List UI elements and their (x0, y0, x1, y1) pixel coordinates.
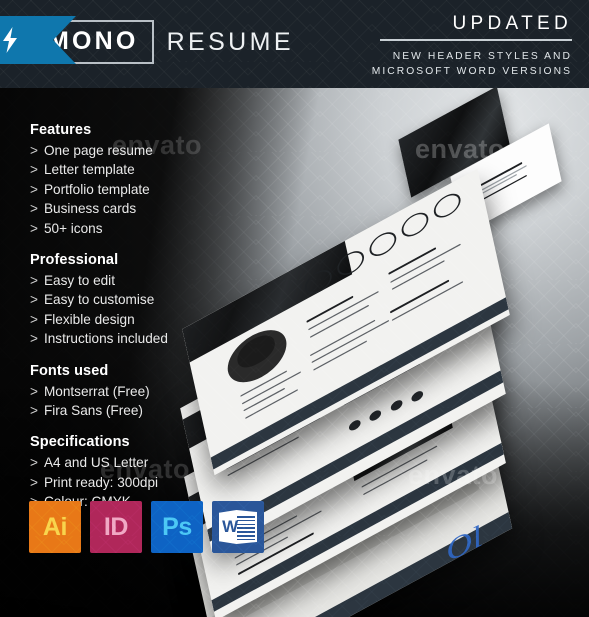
group-items: > Easy to edit > Easy to customise > Flexib… (30, 271, 245, 349)
list-item: > Easy to customise (30, 290, 245, 309)
list-item: > Portfolio template (30, 180, 245, 199)
skill-circle (432, 188, 463, 223)
list-item: > Print ready: 300dpi (30, 473, 245, 492)
bullet-marker: > (30, 474, 38, 490)
list-item-label: A4 and US Letter (43, 455, 149, 471)
bullet-marker: > (30, 273, 38, 289)
group-title: Specifications (30, 434, 130, 451)
list-item: > One page resume (30, 141, 245, 160)
skill-circle (367, 227, 399, 261)
list-item-label: Easy to customise (43, 292, 155, 308)
bullet-marker: > (30, 331, 38, 347)
list-item-label: One page resume (43, 143, 153, 158)
header-subline-2: MICROSOFT WORD VERSIONS (371, 66, 572, 77)
header-bar: MONO RESUME UPDATED NEW HEADER STYLES AN… (0, 0, 589, 88)
bullet-marker: > (30, 143, 38, 158)
bullet-marker: > (30, 162, 38, 178)
word-icon: W (212, 501, 264, 553)
group-items: > Montserrat (Free) > Fira Sans (Free) (30, 382, 245, 421)
list-item-label: Instructions included (43, 331, 168, 347)
list-item-label: Letter template (43, 162, 135, 178)
brand-logo: MONO RESUME (33, 20, 294, 64)
list-item: > A4 and US Letter (30, 453, 245, 472)
group-items: > One page resume > Letter template > Portf… (30, 141, 245, 238)
promo-graphic: MONO RESUME UPDATED NEW HEADER STYLES AN… (0, 0, 589, 617)
list-item: > Business cards (30, 199, 245, 218)
list-item-label: Fira Sans (Free) (43, 403, 143, 419)
bullet-marker: > (30, 383, 38, 399)
list-item: >50+ icons (30, 219, 245, 238)
bullet-marker: > (30, 181, 38, 197)
list-item-label: Flexible design (43, 311, 135, 327)
skill-circle (399, 207, 431, 242)
list-item: > Flexible design (30, 310, 245, 329)
list-item: > Easy to edit (30, 271, 245, 290)
bullet-marker: > (30, 311, 38, 327)
lightning-bolt-icon (3, 27, 17, 53)
list-item-label: Easy to edit (43, 273, 115, 289)
list-item: > Letter template (30, 160, 245, 179)
list-item: > Montserrat (Free) (30, 382, 245, 401)
photoshop-icon: Ps (151, 501, 203, 553)
bullet-marker: > (30, 220, 38, 236)
list-item-label: Montserrat (Free) (43, 383, 150, 399)
bullet-marker: > (30, 292, 38, 308)
list-item-label: Print ready: 300dpi (43, 474, 159, 490)
list-item-label: 50+ icons (43, 220, 103, 236)
illustrator-icon: Ai (29, 501, 81, 553)
feature-list-column: Features > One page resume > Letter templa… (30, 122, 245, 526)
software-icons-row: Ai ID Ps W (29, 501, 264, 553)
bullet-marker: > (30, 403, 38, 419)
photoshop-label: Ps (162, 512, 192, 541)
indesign-icon: ID (90, 501, 142, 553)
header-subline-1: NEW HEADER STYLES AND (392, 51, 572, 62)
bullet-marker: > (30, 201, 38, 217)
illustrator-label: Ai (42, 512, 68, 541)
info-group-features: Features > One page resume > Letter templa… (30, 122, 245, 238)
word-text-lines (237, 516, 255, 542)
promo-stage: Ol envato envato envato envato Features … (0, 88, 589, 617)
group-title: Fonts used (30, 362, 109, 379)
group-title: Features (30, 122, 92, 138)
list-item-label: Portfolio template (43, 181, 150, 197)
updated-label: UPDATED (452, 13, 572, 34)
info-group-fonts: Fonts used > Montserrat (Free) > Fira Sans… (30, 363, 245, 421)
list-item: > Fira Sans (Free) (30, 401, 245, 420)
logo-resume-text: RESUME (166, 27, 294, 56)
list-item: > Instructions included (30, 329, 245, 348)
updated-badge: UPDATED NEW HEADER STYLES AND MICROSOFT … (372, 14, 572, 79)
group-title: Professional (30, 252, 119, 269)
updated-divider (380, 39, 572, 41)
bullet-marker: > (30, 455, 38, 471)
list-item-label: Business cards (43, 201, 137, 217)
indesign-label: ID (103, 512, 129, 541)
info-group-professional: Professional > Easy to edit > Easy to cust… (30, 252, 245, 349)
